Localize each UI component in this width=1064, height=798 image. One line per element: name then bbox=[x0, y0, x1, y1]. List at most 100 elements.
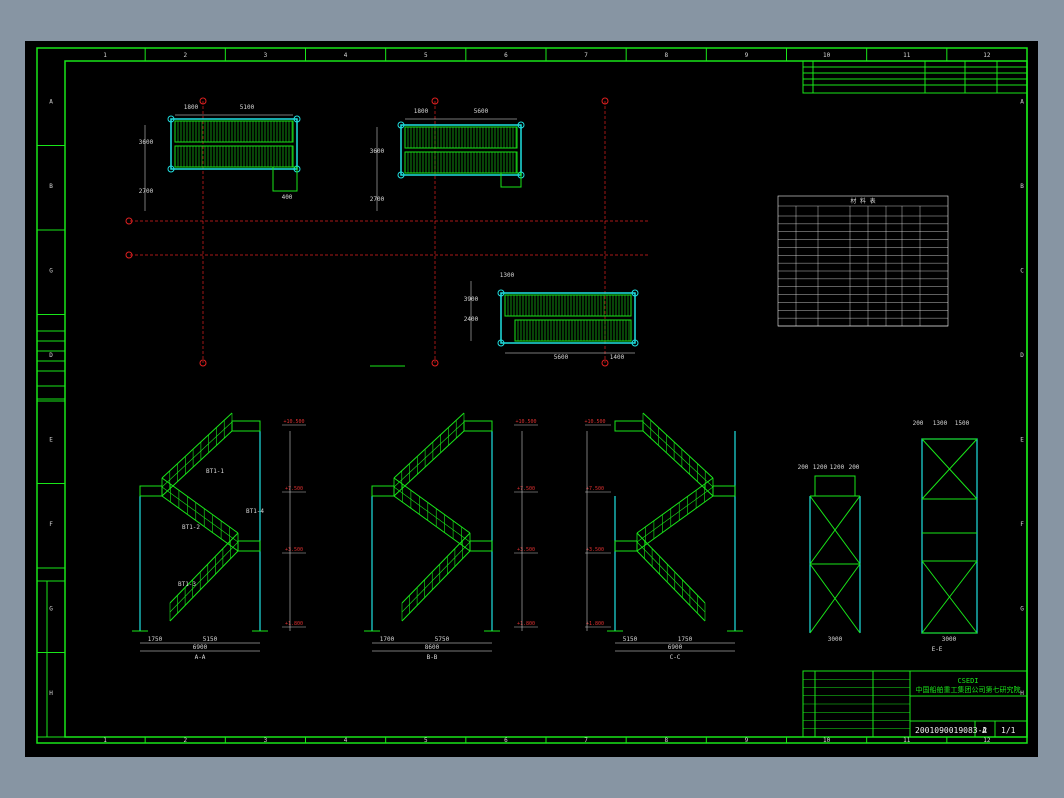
stringer bbox=[636, 550, 706, 622]
tower-dim: 3000 bbox=[942, 636, 957, 643]
stringer bbox=[393, 495, 471, 552]
col-number-bottom: 3 bbox=[264, 737, 268, 744]
table-title: 材 料 表 bbox=[850, 197, 875, 205]
midrail bbox=[169, 541, 239, 613]
col-number-bottom: 10 bbox=[823, 737, 831, 744]
cad-drawing: 112233445566778899101011111212 A AB BG CD DE… bbox=[36, 47, 1028, 744]
level-mark: +1.800 bbox=[517, 621, 535, 627]
row-letter-left: B bbox=[49, 183, 53, 190]
side-dim: 3000 bbox=[828, 636, 843, 643]
handrail bbox=[636, 477, 714, 534]
col-number-top: 1 bbox=[103, 52, 107, 59]
left-stamp-column bbox=[36, 330, 66, 738]
flight-lower bbox=[514, 319, 632, 342]
col-number-top: 6 bbox=[504, 52, 508, 59]
table-frame bbox=[777, 195, 949, 327]
tower-dim: 200 bbox=[913, 420, 924, 427]
drawing-scale: A bbox=[982, 726, 987, 735]
low-platform bbox=[237, 540, 261, 552]
plan-dim: 5100 bbox=[240, 104, 255, 111]
top-platform bbox=[614, 420, 644, 432]
stringer bbox=[393, 430, 465, 497]
row-letter-right: B bbox=[1020, 183, 1024, 190]
bottom-dim: 1750 bbox=[678, 636, 693, 643]
row-letter-left: G bbox=[49, 605, 53, 612]
plan-dim: 400 bbox=[282, 194, 293, 201]
plan-dim: 3600 bbox=[139, 139, 154, 146]
col-number-top: 2 bbox=[183, 52, 187, 59]
stringer bbox=[161, 430, 233, 497]
col-number-top: 4 bbox=[344, 52, 348, 59]
plan-dim: 5600 bbox=[554, 354, 569, 361]
col-number-top: 3 bbox=[264, 52, 268, 59]
midrail bbox=[393, 421, 465, 488]
row-letter-right: A bbox=[1020, 98, 1024, 105]
plan-dim: 2700 bbox=[139, 188, 154, 195]
level-mark: +7.500 bbox=[586, 486, 604, 492]
handrail bbox=[393, 412, 465, 479]
handrail bbox=[636, 532, 706, 604]
bottom-dim: 1700 bbox=[380, 636, 395, 643]
tower-dim: 1500 bbox=[955, 420, 970, 427]
bottom-dim: 1750 bbox=[148, 636, 163, 643]
col-number-bottom: 7 bbox=[584, 737, 588, 744]
col-number-bottom: 4 bbox=[344, 737, 348, 744]
row-letter-left: E bbox=[49, 436, 53, 443]
company-name: 中国船舶重工集团公司第七研究院 bbox=[916, 685, 1021, 694]
level-mark: +10.500 bbox=[283, 419, 304, 425]
column-numbers: 112233445566778899101011111212 bbox=[103, 48, 991, 744]
col-number-top: 5 bbox=[424, 52, 428, 59]
outer-frame bbox=[36, 47, 1028, 744]
row-letter-left: D bbox=[49, 352, 53, 359]
bottom-dim: 6900 bbox=[668, 644, 683, 651]
level-mark: +7.500 bbox=[285, 486, 303, 492]
midrail bbox=[161, 421, 233, 488]
plan-dim: 5600 bbox=[474, 108, 489, 115]
side-dim: 1200 bbox=[813, 464, 828, 471]
plan-dim: 1300 bbox=[500, 272, 515, 279]
col-number-bottom: 12 bbox=[983, 737, 991, 744]
row-letter-right: F bbox=[1020, 521, 1024, 528]
col-number-top: 12 bbox=[983, 52, 991, 59]
col-number-top: 9 bbox=[745, 52, 749, 59]
col-number-bottom: 11 bbox=[903, 737, 911, 744]
drawing-sheet: 1 1 2 2 3 3 4 4 5 5 6 6 7 7 8 8 9 9 10 10 11 11 12 12 AABBGCDDE… bbox=[25, 41, 1038, 757]
level-mark: +10.500 bbox=[515, 419, 536, 425]
midrail bbox=[401, 541, 471, 613]
stringer bbox=[642, 430, 714, 497]
col-number-bottom: 5 bbox=[424, 737, 428, 744]
low-platform bbox=[469, 540, 493, 552]
view-label: A-A bbox=[195, 654, 206, 661]
revision-block bbox=[802, 60, 1028, 94]
row-letters: A AB BG CD DE EF FG GH H bbox=[37, 98, 1024, 697]
handrail bbox=[401, 532, 471, 604]
bottom-dim: 5150 bbox=[623, 636, 638, 643]
col-number-bottom: 8 bbox=[664, 737, 668, 744]
handrail bbox=[169, 532, 239, 604]
low-platform bbox=[614, 540, 638, 552]
col-number-top: 8 bbox=[664, 52, 668, 59]
ladder-label: BT1-1 bbox=[206, 468, 224, 475]
ladder-label: BT1-3 bbox=[178, 581, 196, 588]
midrail bbox=[636, 486, 714, 543]
ladder-label: BT1-4 bbox=[246, 508, 264, 515]
row-letter-right: D bbox=[1020, 352, 1024, 359]
top-platform bbox=[463, 420, 493, 432]
midrail bbox=[642, 421, 714, 488]
col-number-bottom: 6 bbox=[504, 737, 508, 744]
col-number-top: 7 bbox=[584, 52, 588, 59]
side-dim: 200 bbox=[849, 464, 860, 471]
level-mark: +3.500 bbox=[586, 547, 604, 553]
axis-grid-lines bbox=[125, 97, 650, 367]
level-mark: +1.800 bbox=[285, 621, 303, 627]
level-mark: +7.500 bbox=[517, 486, 535, 492]
tower-frame bbox=[921, 438, 978, 634]
level-mark: +3.500 bbox=[517, 547, 535, 553]
flight-upper bbox=[404, 126, 518, 149]
row-letter-right: G bbox=[1020, 605, 1024, 612]
col-number-top: 11 bbox=[903, 52, 911, 59]
row-letter-left: H bbox=[49, 690, 53, 697]
landing-extension bbox=[272, 166, 298, 192]
plan-views: 1800 5100360027004001800 56003600270013005… bbox=[139, 104, 639, 361]
sheet-number: 1/1 bbox=[1001, 726, 1016, 735]
